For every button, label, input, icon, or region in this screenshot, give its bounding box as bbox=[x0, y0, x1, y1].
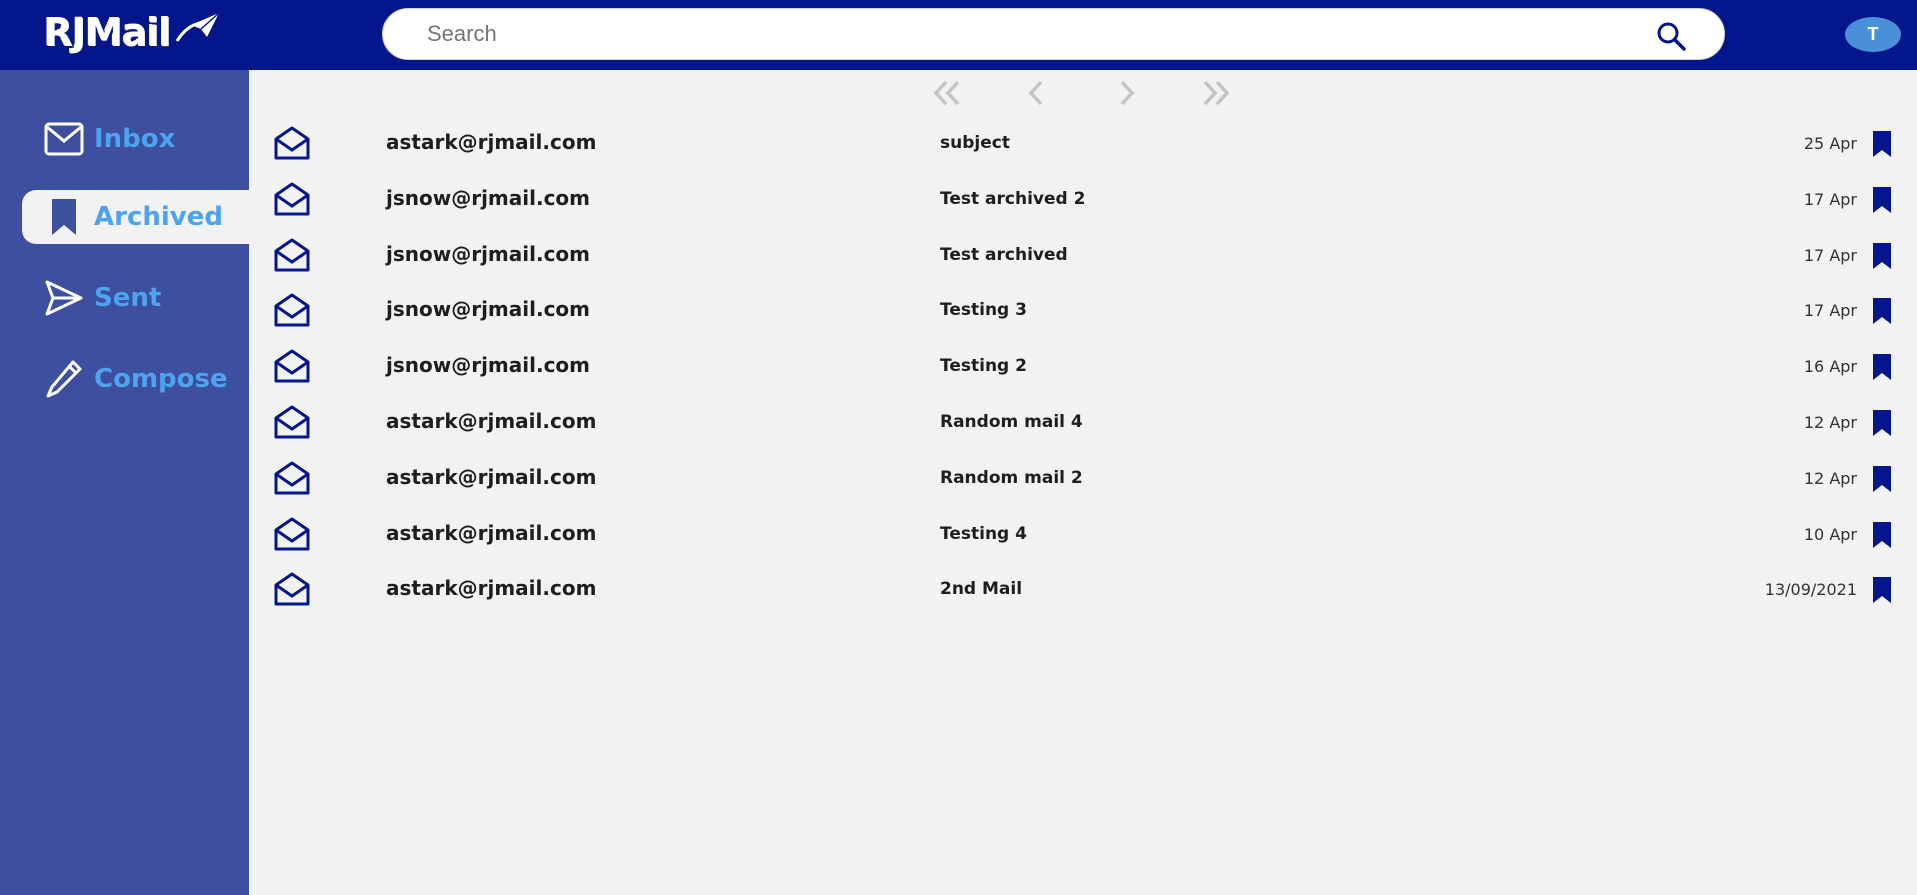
search-icon[interactable] bbox=[1656, 21, 1686, 51]
mail-sender: jsnow@rjmail.com bbox=[386, 185, 591, 210]
open-envelope-icon bbox=[274, 349, 310, 383]
bookmark-icon[interactable] bbox=[1871, 353, 1893, 381]
mail-row[interactable]: astark@rjmail.com Testing 4 10 Apr bbox=[249, 507, 1917, 563]
open-envelope-icon bbox=[274, 572, 310, 606]
sidebar-item-label: Sent bbox=[94, 283, 162, 313]
pagination bbox=[930, 76, 1286, 110]
mail-sender: astark@rjmail.com bbox=[386, 408, 597, 433]
user-avatar[interactable]: T bbox=[1845, 17, 1901, 52]
mail-sender: jsnow@rjmail.com bbox=[386, 353, 591, 378]
mail-subject: Test archived 2 bbox=[940, 188, 1086, 209]
mail-subject: Test archived bbox=[940, 244, 1068, 265]
mail-date: 17 Apr bbox=[1803, 189, 1857, 209]
open-envelope-icon bbox=[274, 517, 310, 551]
pencil-icon bbox=[42, 357, 86, 401]
mail-subject: subject bbox=[940, 133, 1010, 153]
sidebar: Inbox Archived Sent Compose bbox=[0, 70, 249, 895]
mail-sender: astark@rjmail.com bbox=[386, 576, 597, 601]
app-logo-text: RJMail bbox=[44, 11, 172, 55]
next-page-icon[interactable] bbox=[1108, 76, 1144, 110]
bookmark-icon bbox=[42, 195, 86, 239]
open-envelope-icon bbox=[274, 293, 310, 327]
mail-subject: Random mail 4 bbox=[940, 411, 1083, 432]
mail-subject: Testing 2 bbox=[940, 356, 1027, 377]
open-envelope-icon bbox=[274, 126, 310, 160]
mail-date: 12 Apr bbox=[1803, 412, 1857, 432]
mail-subject: Random mail 2 bbox=[940, 467, 1083, 488]
bookmark-icon[interactable] bbox=[1871, 409, 1893, 437]
app-logo[interactable]: RJMail bbox=[44, 8, 221, 58]
mail-list: astark@rjmail.com subject 25 Apr jsnow@r… bbox=[249, 116, 1917, 618]
first-page-icon[interactable] bbox=[930, 76, 966, 110]
mail-date: 10 Apr bbox=[1803, 524, 1857, 544]
sidebar-item-label: Inbox bbox=[94, 124, 176, 154]
paper-plane-icon bbox=[42, 276, 86, 320]
prev-page-icon[interactable] bbox=[1019, 76, 1055, 110]
mail-date: 16 Apr bbox=[1803, 357, 1857, 377]
mail-date: 25 Apr bbox=[1803, 134, 1857, 153]
top-bar: RJMail T bbox=[0, 0, 1917, 70]
open-envelope-icon bbox=[274, 405, 310, 439]
mail-date: 17 Apr bbox=[1803, 301, 1857, 321]
bookmark-icon[interactable] bbox=[1871, 521, 1893, 549]
bookmark-icon[interactable] bbox=[1871, 297, 1893, 325]
mail-subject: 2nd Mail bbox=[940, 579, 1023, 600]
mail-sender: astark@rjmail.com bbox=[386, 520, 597, 545]
sidebar-item-label: Compose bbox=[94, 364, 228, 394]
mail-sender: astark@rjmail.com bbox=[386, 464, 597, 489]
open-envelope-icon bbox=[274, 461, 310, 495]
sidebar-item-compose[interactable]: Compose bbox=[22, 352, 249, 406]
mail-row[interactable]: astark@rjmail.com Random mail 2 12 Apr bbox=[249, 451, 1917, 507]
mail-subject: Testing 4 bbox=[940, 523, 1027, 544]
mail-row[interactable]: jsnow@rjmail.com Test archived 17 Apr bbox=[249, 228, 1917, 284]
mail-row[interactable]: jsnow@rjmail.com Testing 3 17 Apr bbox=[249, 283, 1917, 339]
open-envelope-icon bbox=[274, 238, 310, 272]
mail-sender: jsnow@rjmail.com bbox=[386, 241, 591, 266]
mail-row[interactable]: jsnow@rjmail.com Test archived 2 17 Apr bbox=[249, 172, 1917, 228]
sidebar-item-archived[interactable]: Archived bbox=[22, 190, 249, 244]
mail-date: 13/09/2021 bbox=[1764, 580, 1857, 600]
sidebar-item-inbox[interactable]: Inbox bbox=[22, 112, 249, 166]
bookmark-icon[interactable] bbox=[1871, 465, 1893, 493]
bookmark-icon[interactable] bbox=[1871, 576, 1893, 604]
mail-row[interactable]: astark@rjmail.com 2nd Mail 13/09/2021 bbox=[249, 562, 1917, 618]
last-page-icon[interactable] bbox=[1197, 76, 1233, 110]
bookmark-icon[interactable] bbox=[1871, 130, 1893, 158]
mail-sender: jsnow@rjmail.com bbox=[386, 297, 591, 322]
open-envelope-icon bbox=[274, 182, 310, 216]
mail-date: 12 Apr bbox=[1803, 468, 1857, 488]
sidebar-item-label: Archived bbox=[94, 202, 223, 232]
mail-row[interactable]: astark@rjmail.com Random mail 4 12 Apr bbox=[249, 395, 1917, 451]
search-bar bbox=[382, 8, 1725, 60]
mail-subject: Testing 3 bbox=[940, 300, 1027, 321]
mail-row[interactable]: astark@rjmail.com subject 25 Apr bbox=[249, 116, 1917, 172]
bookmark-icon[interactable] bbox=[1871, 186, 1893, 214]
envelope-icon bbox=[42, 117, 86, 161]
mail-row[interactable]: jsnow@rjmail.com Testing 2 16 Apr bbox=[249, 339, 1917, 395]
logo-plane-icon bbox=[175, 12, 220, 42]
search-input[interactable] bbox=[427, 9, 1627, 59]
sidebar-item-sent[interactable]: Sent bbox=[22, 271, 249, 325]
bookmark-icon[interactable] bbox=[1871, 242, 1893, 270]
mail-sender: astark@rjmail.com bbox=[386, 130, 597, 154]
mail-date: 17 Apr bbox=[1803, 245, 1857, 265]
